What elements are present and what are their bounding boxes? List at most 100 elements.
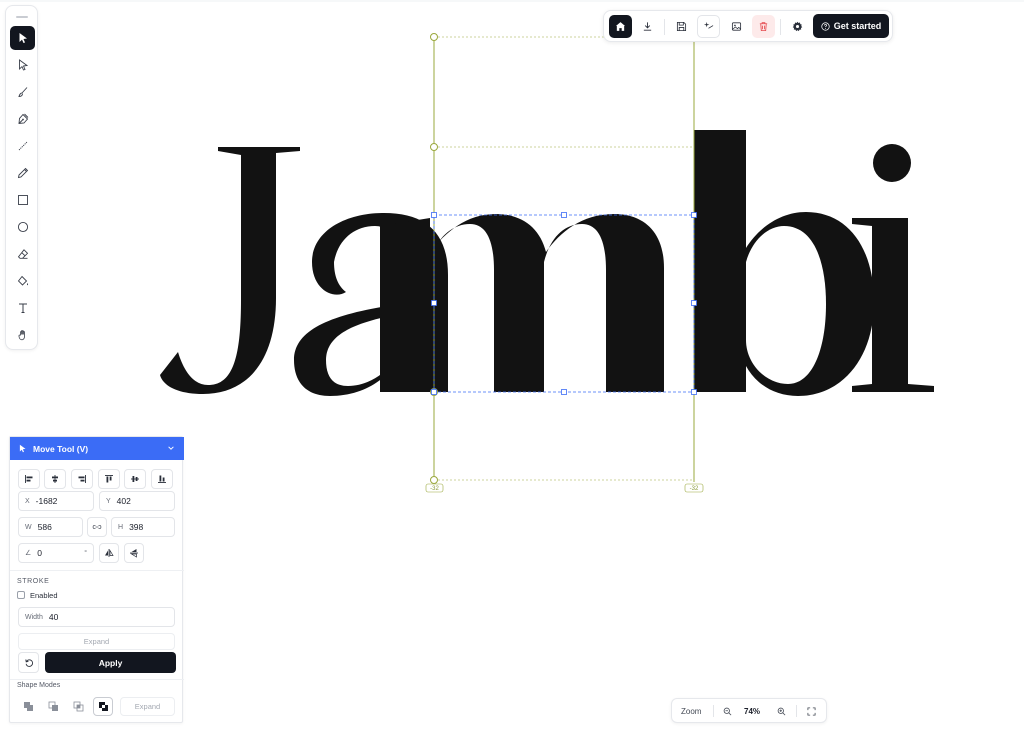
- dimension-badge-left: -32: [425, 483, 444, 493]
- fullscreen-icon: [807, 707, 816, 716]
- align-middle-v-button[interactable]: [124, 469, 146, 489]
- save-button[interactable]: [670, 15, 693, 38]
- flip-vertical-button[interactable]: [124, 543, 144, 563]
- svg-text:-32: -32: [690, 486, 699, 492]
- flip-vertical-icon: [130, 549, 138, 558]
- save-icon: [676, 21, 687, 32]
- square-icon: [17, 195, 28, 205]
- align-bottom-button[interactable]: [151, 469, 173, 489]
- x-value: -1682: [35, 496, 58, 506]
- download-button[interactable]: [636, 15, 659, 38]
- rotation-field[interactable]: ∠ 0 °: [18, 543, 94, 563]
- handle-top-right[interactable]: [691, 212, 697, 218]
- align-right-button[interactable]: [71, 469, 93, 489]
- pencil-tool[interactable]: [10, 161, 35, 185]
- letter-j[interactable]: [160, 147, 300, 394]
- height-field[interactable]: H 398: [111, 517, 175, 537]
- handle-bottom-left[interactable]: [431, 389, 437, 395]
- align-bottom-icon: [158, 475, 166, 483]
- flip-horizontal-icon: [105, 549, 114, 557]
- handle-top-middle[interactable]: [561, 212, 567, 218]
- handle-bottom-right[interactable]: [691, 389, 697, 395]
- pen-tool[interactable]: [10, 107, 35, 131]
- align-center-vertical-icon: [131, 476, 139, 482]
- zoom-control: Zoom 74%: [671, 698, 827, 723]
- align-right-icon: [78, 475, 86, 483]
- align-left-button[interactable]: [18, 469, 40, 489]
- zoom-out-button[interactable]: [722, 706, 733, 717]
- select-tool[interactable]: [10, 26, 35, 50]
- stroke-section-label: STROKE: [17, 578, 50, 585]
- subtract-icon: [48, 701, 58, 711]
- fill-tool[interactable]: [10, 269, 35, 293]
- shape-modes-label: Shape Modes: [17, 682, 61, 689]
- download-icon: [643, 22, 652, 31]
- zoom-out-icon: [723, 707, 732, 716]
- app-window: -32 -32 Get started Move Tool (V) X -168…: [0, 0, 1024, 732]
- stroke-width-field[interactable]: Width 40: [18, 607, 175, 627]
- link-icon: [92, 525, 102, 529]
- align-top-icon: [105, 475, 113, 483]
- y-value: 402: [116, 496, 131, 506]
- width-value: 40: [48, 612, 59, 622]
- delete-button[interactable]: [752, 15, 775, 38]
- align-left-icon: [25, 475, 33, 483]
- brush-tool[interactable]: [10, 80, 35, 104]
- shape-exclude-button[interactable]: [93, 697, 113, 716]
- trash-icon: [759, 22, 768, 32]
- apply-button[interactable]: Apply: [45, 652, 176, 673]
- expand-label: Expand: [83, 637, 110, 646]
- shape-subtract-button[interactable]: [43, 697, 63, 716]
- ellipse-tool[interactable]: [10, 215, 35, 239]
- reset-button[interactable]: [18, 652, 39, 673]
- line-tool[interactable]: [10, 134, 35, 158]
- zoom-in-button[interactable]: [776, 706, 787, 717]
- handle-top-left[interactable]: [431, 212, 437, 218]
- x-label: X: [25, 497, 30, 505]
- zoom-label: Zoom: [681, 707, 702, 716]
- chevron-down-icon[interactable]: [167, 444, 175, 452]
- apply-label: Apply: [98, 657, 123, 668]
- handle-bottom-middle[interactable]: [561, 389, 567, 395]
- handle-middle-right[interactable]: [691, 300, 697, 306]
- fit-screen-button[interactable]: [806, 706, 817, 717]
- home-button[interactable]: [609, 15, 632, 38]
- shape-unite-button[interactable]: [18, 697, 38, 716]
- direct-select-tool[interactable]: [10, 53, 35, 77]
- properties-panel: Move Tool (V) X -1682 Y 402 W 586 H 398 …: [9, 436, 184, 723]
- letter-b[interactable]: [694, 130, 874, 396]
- angle-value: 0: [37, 548, 43, 558]
- brush-icon: [17, 87, 27, 97]
- settings-button[interactable]: [786, 15, 809, 38]
- drag-handle[interactable]: [16, 16, 28, 18]
- shape-expand-button[interactable]: Expand: [120, 697, 175, 716]
- align-center-h-button[interactable]: [44, 469, 66, 489]
- stroke-enabled-checkbox[interactable]: [17, 591, 25, 599]
- line-icon: [18, 141, 27, 151]
- image-button[interactable]: [725, 15, 748, 38]
- zoom-value[interactable]: 74%: [744, 707, 760, 716]
- align-top-button[interactable]: [98, 469, 120, 489]
- x-position-field[interactable]: X -1682: [18, 491, 94, 511]
- hand-tool[interactable]: [10, 323, 35, 347]
- width-field[interactable]: W 586: [18, 517, 83, 537]
- y-position-field[interactable]: Y 402: [99, 491, 175, 511]
- svg-text:-32: -32: [430, 486, 439, 492]
- magic-button[interactable]: [697, 15, 720, 38]
- flip-horizontal-button[interactable]: [99, 543, 119, 563]
- panel-header[interactable]: Move Tool (V): [10, 437, 184, 460]
- text-tool[interactable]: [10, 296, 35, 320]
- align-center-horizontal-icon: [52, 475, 58, 483]
- dimension-badge-right: -32: [684, 483, 704, 493]
- stroke-expand-button[interactable]: Expand: [18, 633, 175, 650]
- move-tool-icon: [19, 444, 26, 453]
- image-icon: [731, 22, 742, 31]
- shape-intersect-button[interactable]: [68, 697, 88, 716]
- handle-middle-left[interactable]: [431, 300, 437, 306]
- rectangle-tool[interactable]: [10, 188, 35, 212]
- gear-icon: [792, 21, 803, 32]
- get-started-button[interactable]: Get started: [813, 14, 889, 38]
- lock-aspect-button[interactable]: [87, 517, 107, 537]
- eraser-tool[interactable]: [10, 242, 35, 266]
- letter-m[interactable]: [380, 214, 664, 392]
